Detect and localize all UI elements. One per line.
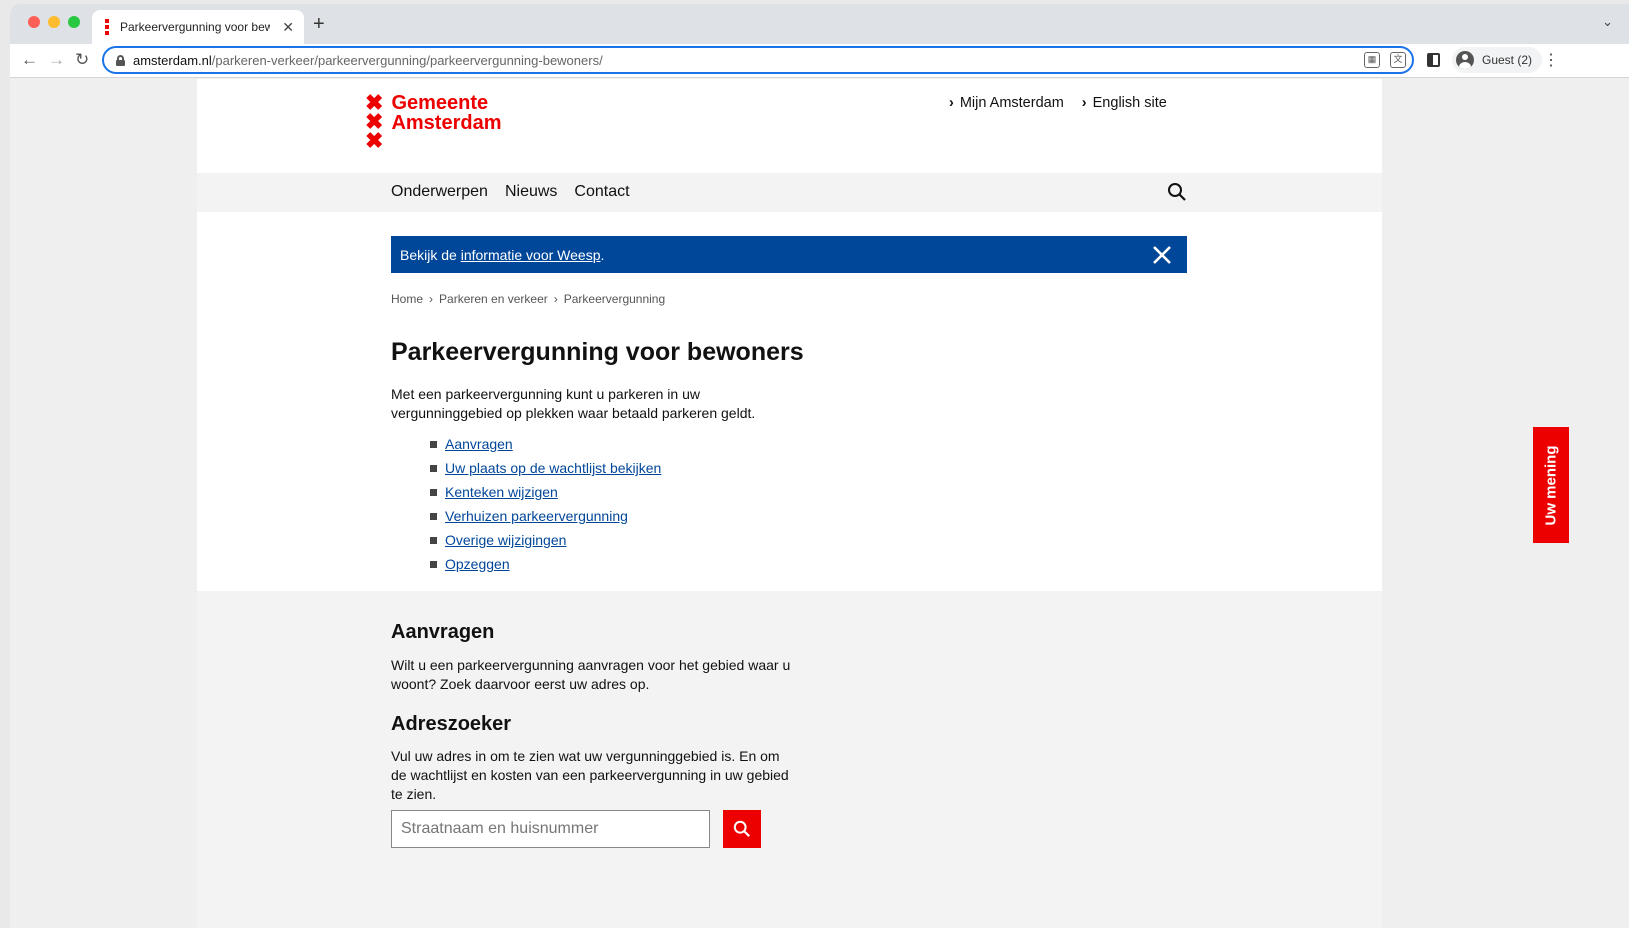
minimize-window-button[interactable] bbox=[48, 16, 60, 28]
toc-item: Verhuizen parkeervergunning bbox=[430, 504, 661, 528]
square-bullet-icon bbox=[430, 560, 437, 568]
page-title: Parkeervergunning voor bewoners bbox=[391, 338, 804, 366]
new-tab-button[interactable]: + bbox=[313, 13, 325, 36]
link-mijn-amsterdam-label: Mijn Amsterdam bbox=[959, 95, 1064, 111]
breadcrumb: Home › Parkeren en verkeer › Parkeerverg… bbox=[391, 292, 665, 306]
tab-close-icon[interactable]: ✕ bbox=[282, 19, 294, 36]
logo-line2: Amsterdam bbox=[391, 112, 502, 134]
logo-text: Gemeente Amsterdam bbox=[391, 93, 501, 150]
intro-text: Met een parkeervergunning kunt u parkere… bbox=[391, 386, 756, 421]
gemeente-amsterdam-logo[interactable]: ✖ ✖ ✖ Gemeente Amsterdam bbox=[365, 90, 501, 153]
square-bullet-icon bbox=[430, 536, 437, 544]
address-search-input[interactable] bbox=[391, 810, 710, 848]
breadcrumb-parkeren-en-verkeer[interactable]: Parkeren en verkeer bbox=[439, 292, 548, 306]
breadcrumb-chevron-icon: › bbox=[429, 292, 434, 306]
aanvragen-text: Wilt u een parkeervergunning aanvragen v… bbox=[391, 657, 791, 692]
back-arrow-icon[interactable]: ← bbox=[21, 50, 38, 70]
url-domain: amsterdam.nl bbox=[133, 52, 212, 68]
forward-arrow-icon[interactable]: → bbox=[48, 50, 65, 70]
banner-text-prefix: Bekijk de bbox=[400, 246, 457, 263]
breadcrumb-chevron-icon: › bbox=[553, 292, 558, 306]
aanvragen-section: Aanvragen Wilt u een parkeervergunning a… bbox=[197, 591, 1382, 928]
square-bullet-icon bbox=[430, 488, 437, 496]
feedback-tab[interactable]: Uw mening bbox=[1533, 427, 1569, 543]
close-window-button[interactable] bbox=[28, 16, 40, 28]
weesp-info-banner: Bekijk de informatie voor Weesp. bbox=[391, 236, 1187, 273]
page-content: ✖ ✖ ✖ Gemeente Amsterdam › Mijn Amsterdam ›… bbox=[197, 79, 1382, 928]
profile-button[interactable]: Guest (2) bbox=[1452, 47, 1543, 73]
breadcrumb-home[interactable]: Home bbox=[391, 292, 423, 306]
banner-link-weesp[interactable]: informatie voor Weesp bbox=[461, 247, 601, 263]
toc-link-verhuizen[interactable]: Verhuizen parkeervergunning bbox=[445, 504, 628, 528]
square-bullet-icon bbox=[430, 440, 437, 448]
profile-label: Guest (2) bbox=[1482, 53, 1533, 67]
tab-title: Parkeervergunning voor bewoners bbox=[120, 20, 270, 34]
link-english-site[interactable]: › English site bbox=[1082, 95, 1167, 111]
toc-link-opzeggen[interactable]: Opzeggen bbox=[445, 552, 510, 576]
tab-search-chevron-icon[interactable]: ⌄ bbox=[1602, 14, 1613, 30]
browser-window: Parkeervergunning voor bewoners ✕ + ⌄ ← … bbox=[10, 4, 1629, 928]
top-links: › Mijn Amsterdam › English site bbox=[949, 95, 1185, 111]
toc-item: Overige wijzigingen bbox=[430, 528, 661, 552]
maximize-window-button[interactable] bbox=[68, 16, 80, 28]
toc-item: Opzeggen bbox=[430, 552, 661, 576]
address-search-button[interactable] bbox=[723, 810, 761, 848]
avatar-icon bbox=[1456, 51, 1474, 69]
translate-icon[interactable]: 文 bbox=[1390, 52, 1406, 68]
browser-toolbar: ← → ↻ amsterdam.nl/parkeren-verkeer/park… bbox=[10, 44, 1629, 78]
tab-bar: Parkeervergunning voor bewoners ✕ + ⌄ bbox=[10, 4, 1629, 44]
toc-link-overige[interactable]: Overige wijzigingen bbox=[445, 528, 566, 552]
breadcrumb-parkeervergunning[interactable]: Parkeervergunning bbox=[564, 292, 665, 306]
square-bullet-icon bbox=[430, 512, 437, 520]
reload-icon[interactable]: ↻ bbox=[75, 50, 89, 70]
nav-onderwerpen[interactable]: Onderwerpen bbox=[391, 183, 488, 201]
adreszoeker-text: Vul uw adres in om te zien wat uw vergun… bbox=[391, 748, 789, 802]
lock-icon[interactable] bbox=[116, 54, 125, 66]
link-mijn-amsterdam[interactable]: › Mijn Amsterdam bbox=[949, 95, 1064, 111]
chevron-right-icon: › bbox=[1081, 95, 1087, 111]
amsterdam-favicon-icon bbox=[102, 19, 112, 35]
main-nav-items: Onderwerpen Nieuws Contact bbox=[391, 183, 647, 201]
toc-link-aanvragen[interactable]: Aanvragen bbox=[445, 432, 513, 456]
nav-nieuws[interactable]: Nieuws bbox=[505, 183, 557, 201]
banner-text-suffix: . bbox=[600, 246, 605, 263]
address-bar[interactable]: amsterdam.nl/parkeren-verkeer/parkeerver… bbox=[102, 46, 1414, 74]
toc-link-kenteken[interactable]: Kenteken wijzigen bbox=[445, 480, 558, 504]
toc-item: Aanvragen bbox=[430, 432, 661, 456]
main-navigation: Onderwerpen Nieuws Contact bbox=[197, 173, 1382, 212]
amsterdam-crosses-icon: ✖ ✖ ✖ bbox=[365, 90, 384, 153]
nav-contact[interactable]: Contact bbox=[574, 183, 629, 201]
browser-tab[interactable]: Parkeervergunning voor bewoners ✕ bbox=[92, 10, 304, 44]
search-icon bbox=[733, 820, 750, 837]
toc-item: Uw plaats op de wachtlijst bekijken bbox=[430, 456, 661, 480]
table-of-contents: Aanvragen Uw plaats op de wachtlijst bek… bbox=[430, 432, 661, 576]
chevron-right-icon: › bbox=[949, 95, 954, 111]
kebab-menu-icon[interactable]: ⋮ bbox=[1543, 50, 1559, 70]
toc-link-wachtlijst[interactable]: Uw plaats op de wachtlijst bekijken bbox=[445, 456, 661, 480]
toc-item: Kenteken wijzigen bbox=[430, 480, 661, 504]
side-panel-icon[interactable] bbox=[1427, 53, 1440, 67]
search-icon[interactable] bbox=[1167, 182, 1187, 202]
link-english-site-label: English site bbox=[1092, 95, 1167, 111]
url-path: /parkeren-verkeer/parkeervergunning/park… bbox=[211, 52, 603, 68]
square-bullet-icon bbox=[430, 464, 437, 472]
logo-line1: Gemeente bbox=[391, 92, 489, 114]
close-icon[interactable] bbox=[1151, 244, 1173, 266]
qr-code-icon[interactable]: ▦ bbox=[1364, 52, 1380, 68]
feedback-label: Uw mening bbox=[1542, 444, 1560, 526]
adreszoeker-heading: Adreszoeker bbox=[391, 713, 512, 735]
aanvragen-heading: Aanvragen bbox=[391, 621, 495, 643]
page-viewport: ✖ ✖ ✖ Gemeente Amsterdam › Mijn Amsterdam ›… bbox=[10, 79, 1629, 928]
url-text: amsterdam.nl/parkeren-verkeer/parkeerver… bbox=[133, 53, 603, 68]
